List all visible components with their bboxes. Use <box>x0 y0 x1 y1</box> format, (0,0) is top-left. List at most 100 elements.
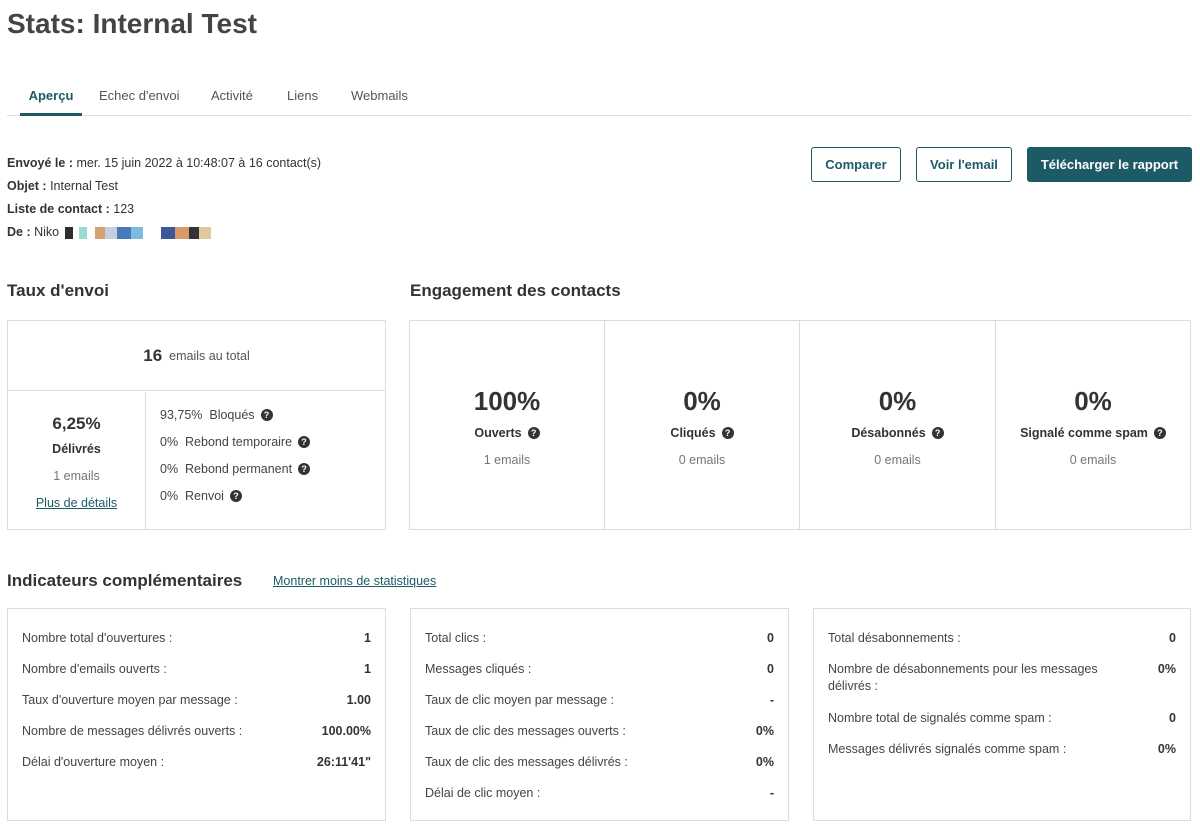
opens-indicators-card: Nombre total d'ouvertures : 1 Nombre d'em… <box>7 608 386 821</box>
stat-key: Messages délivrés signalés comme spam : <box>828 742 1067 756</box>
stat-value: 1 <box>364 631 371 645</box>
tab-activite[interactable]: Activité <box>211 88 253 116</box>
engagement-label-text: Désabonnés <box>851 426 926 440</box>
show-less-stats-link[interactable]: Montrer moins de statistiques <box>273 574 436 588</box>
sent-line: Envoyé le : mer. 15 juin 2022 à 10:48:07… <box>7 152 321 175</box>
campaign-meta: Envoyé le : mer. 15 juin 2022 à 10:48:07… <box>7 152 321 244</box>
list-line: Liste de contact : 123 <box>7 198 321 221</box>
delivered-pct: 6,25% <box>52 414 101 433</box>
stat-key: Délai de clic moyen : <box>425 786 541 800</box>
help-circle-icon[interactable]: ? <box>298 436 311 448</box>
stat-key: Total clics : <box>425 631 487 645</box>
stat-value: 100.00% <box>321 724 371 738</box>
send-rate-card: 16 emails au total 6,25% Délivrés 1 emai… <box>7 320 386 530</box>
delivered-label: Délivrés <box>52 442 101 456</box>
from-value: Niko <box>34 225 60 239</box>
tab-apercu[interactable]: Aperçu <box>20 88 82 116</box>
help-circle-icon[interactable]: ? <box>1153 427 1166 439</box>
engagement-label: Désabonnés? <box>800 426 995 440</box>
stat-row: Total clics : 0 <box>425 630 774 647</box>
bounce-label: Renvoi <box>185 489 224 503</box>
engagement-count: 0 emails <box>874 453 921 467</box>
stat-row: Nombre de désabonnements pour les messag… <box>828 661 1176 695</box>
sent-value: mer. 15 juin 2022 à 10:48:07 à 16 contac… <box>76 156 322 170</box>
delivered-block: 6,25% Délivrés 1 emails Plus de détails <box>8 392 146 529</box>
stat-row: Nombre de messages délivrés ouverts : 100… <box>22 723 371 740</box>
engagement-unsubscribes: 0% Désabonnés? 0 emails <box>800 321 996 529</box>
stat-value: 26:11'41" <box>316 755 371 769</box>
help-circle-icon[interactable]: ? <box>260 409 273 421</box>
stat-row: Messages cliqués : 0 <box>425 661 774 678</box>
stat-key: Nombre total d'ouvertures : <box>22 631 173 645</box>
help-circle-icon[interactable]: ? <box>298 463 311 475</box>
engagement-label: Cliqués? <box>605 426 799 440</box>
engagement-title: Engagement des contacts <box>410 281 621 300</box>
engagement-card: 100% Ouverts? 1 emails 0% Cliqués? 0 ema… <box>409 320 1191 530</box>
list-value: 123 <box>113 202 135 216</box>
help-circle-icon[interactable]: ? <box>527 427 540 439</box>
stat-row: Taux de clic des messages ouverts : 0% <box>425 723 774 740</box>
more-details-link[interactable]: Plus de détails <box>8 496 145 510</box>
indicators-title: Indicateurs complémentaires <box>7 571 243 590</box>
stat-row: Nombre d'emails ouverts : 1 <box>22 661 371 678</box>
redacted-email <box>65 226 212 239</box>
stat-key: Messages cliqués : <box>425 662 532 676</box>
send-rate-title: Taux d'envoi <box>7 281 109 300</box>
stat-value: 1.00 <box>346 693 371 707</box>
stat-key: Nombre d'emails ouverts : <box>22 662 167 676</box>
bounce-label: Rebond temporaire <box>185 435 293 449</box>
engagement-count: 1 emails <box>483 453 531 467</box>
stat-value: 0 <box>1169 711 1176 725</box>
engagement-pct: 0% <box>878 386 917 416</box>
engagement-spam: 0% Signalé comme spam? 0 emails <box>996 321 1190 529</box>
stat-key: Délai d'ouverture moyen : <box>22 755 165 769</box>
stat-value: 0 <box>767 631 774 645</box>
tab-liens[interactable]: Liens <box>287 88 318 116</box>
sent-label: Envoyé le : <box>7 156 73 170</box>
stat-value: 0% <box>1157 742 1176 756</box>
stat-value: - <box>769 693 774 707</box>
stat-value: 0 <box>767 662 774 676</box>
stat-row: Taux de clic moyen par message : - <box>425 692 774 709</box>
unsubscribe-indicators-card: Total désabonnements : 0 Nombre de désabo… <box>813 608 1191 821</box>
subject-label: Objet : <box>7 179 47 193</box>
compare-button[interactable]: Comparer <box>811 147 901 182</box>
engagement-count: 0 emails <box>1069 453 1117 467</box>
stat-row: Taux d'ouverture moyen par message : 1.00 <box>22 692 371 709</box>
engagement-label-text: Cliqués <box>670 426 716 440</box>
stat-key: Taux d'ouverture moyen par message : <box>22 693 238 707</box>
stat-row: Délai de clic moyen : - <box>425 785 774 802</box>
tab-echec-envoi[interactable]: Echec d'envoi <box>99 88 180 116</box>
stat-row: Taux de clic des messages délivrés : 0% <box>425 754 774 771</box>
stat-key: Nombre total de signalés comme spam : <box>828 711 1052 725</box>
engagement-label-text: Ouverts <box>474 426 522 440</box>
bounce-row-resend: 0% Renvoi? <box>160 489 242 503</box>
list-label: Liste de contact : <box>7 202 110 216</box>
help-circle-icon[interactable]: ? <box>931 427 944 439</box>
subject-line: Objet : Internal Test <box>7 175 321 198</box>
stat-row: Nombre total de signalés comme spam : 0 <box>828 710 1176 727</box>
download-report-button[interactable]: Télécharger le rapport <box>1027 147 1192 182</box>
from-label: De : <box>7 225 31 239</box>
engagement-opens: 100% Ouverts? 1 emails <box>410 321 605 529</box>
bounce-label: Rebond permanent <box>185 462 293 476</box>
engagement-label: Signalé comme spam? <box>996 426 1190 440</box>
stat-value: 0 <box>1169 631 1176 645</box>
page-title: Stats: Internal Test <box>7 8 257 39</box>
help-circle-icon[interactable]: ? <box>229 490 242 502</box>
stat-value: 0% <box>755 724 774 738</box>
tab-webmails[interactable]: Webmails <box>351 88 408 116</box>
stat-row: Total désabonnements : 0 <box>828 630 1176 647</box>
stat-row: Nombre total d'ouvertures : 1 <box>22 630 371 647</box>
bounce-pct: 0% <box>160 462 179 476</box>
view-email-button[interactable]: Voir l'email <box>916 147 1012 182</box>
stat-key: Taux de clic des messages ouverts : <box>425 724 626 738</box>
engagement-pct: 100% <box>473 386 541 416</box>
bounce-pct: 0% <box>160 435 179 449</box>
stat-value: 1 <box>364 662 371 676</box>
stat-key: Taux de clic des messages délivrés : <box>425 755 628 769</box>
bounce-label: Bloqués <box>209 408 255 422</box>
stat-value: 0% <box>755 755 774 769</box>
clicks-indicators-card: Total clics : 0 Messages cliqués : 0 Taux … <box>410 608 789 821</box>
help-circle-icon[interactable]: ? <box>721 427 734 439</box>
